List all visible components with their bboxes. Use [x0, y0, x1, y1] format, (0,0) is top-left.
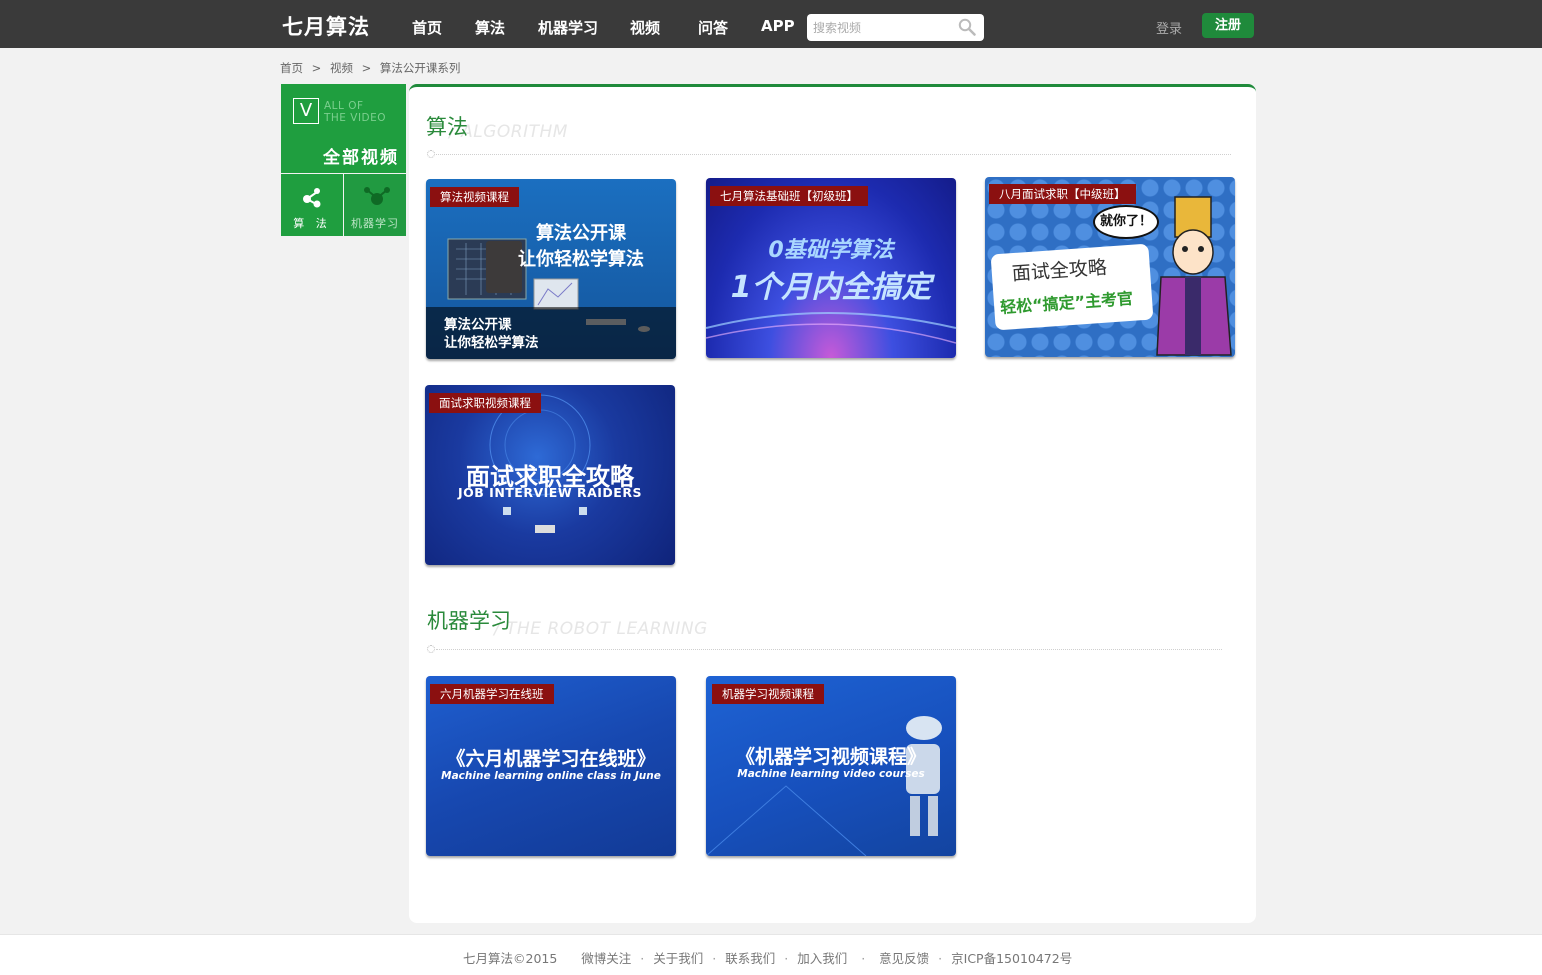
footer-link-contact[interactable]: 联系我们 — [725, 951, 775, 966]
video-card-ml-june-class[interactable]: 六月机器学习在线班 《六月机器学习在线班》 Machine learning o… — [426, 676, 676, 856]
card-headline-line1: 算法公开课 — [536, 223, 626, 244]
card-headline-line1: 《机器学习视频课程》 — [735, 746, 926, 768]
footer-separator: · — [861, 951, 866, 966]
video-panel: / ALGORITHM 算法 算法视频课程 算法公开课 让你轻松学算法 算法公开… — [409, 84, 1256, 923]
section-divider-dot — [427, 150, 435, 158]
breadcrumb-home[interactable]: 首页 — [280, 61, 303, 75]
nav-home[interactable]: 首页 — [412, 17, 442, 38]
search-input[interactable] — [813, 19, 953, 36]
sidebar-all-english-line1: ALL OF — [324, 100, 364, 112]
breadcrumb: 首页 > 视频 > 算法公开课系列 — [280, 60, 465, 76]
card-tag: 算法视频课程 — [430, 187, 519, 207]
video-card-interview-mid-class[interactable]: 就你了！ 面试全攻略 轻松“搞定”主考官 八月面试求职【中级班】 — [985, 177, 1235, 357]
card-headline-line1: 0基础学算法 — [768, 238, 894, 263]
footer-copyright: 七月算法©2015 — [463, 951, 558, 966]
nav-app[interactable]: APP — [761, 17, 795, 35]
card-headline-line2: 让你轻松学算法 — [518, 249, 644, 270]
footer-links: 七月算法©2015 微博关注 · 关于我们 · 联系我们 · 加入我们 · 意见… — [463, 948, 1072, 967]
breadcrumb-separator: > — [311, 61, 322, 75]
video-card-algo-open-course[interactable]: 算法视频课程 算法公开课 让你轻松学算法 算法公开课 让你轻松学算法 — [426, 179, 676, 359]
section-ml-english: / THE ROBOT LEARNING — [494, 619, 708, 639]
video-card-ml-video-course[interactable]: 机器学习视频课程 《机器学习视频课程》 Machine learning vid… — [706, 676, 956, 856]
sidebar-item-label: 算 法 — [293, 217, 331, 230]
section-algo-title: 算法 — [426, 115, 468, 139]
section-divider — [436, 649, 1222, 650]
nav-video[interactable]: 视频 — [630, 17, 660, 38]
breadcrumb-separator: > — [361, 61, 372, 75]
breadcrumb-current: 算法公开课系列 — [379, 61, 461, 75]
sidebar-item-label: 机器学习 — [351, 217, 399, 230]
register-button[interactable]: 注册 — [1202, 13, 1254, 38]
network-nodes-icon — [364, 187, 390, 205]
section-divider — [436, 154, 1231, 155]
sidebar-item-algorithm[interactable]: 算 法 — [281, 174, 343, 236]
card-tag: 面试求职视频课程 — [429, 393, 541, 413]
breadcrumb-video[interactable]: 视频 — [330, 61, 353, 75]
footer-separator: · — [784, 951, 789, 966]
card-caption-line1: 算法公开课 — [444, 317, 512, 333]
card-caption-bar: 算法公开课 让你轻松学算法 — [426, 307, 676, 359]
sidebar-all-english-line2: THE VIDEO — [324, 112, 387, 124]
footer-link-weibo[interactable]: 微博关注 — [581, 951, 631, 966]
card-headline-line2: JOB INTERVIEW RAIDERS — [458, 485, 642, 500]
sidebar-all-videos[interactable]: V ALL OF THE VIDEO 全部视频 — [281, 84, 406, 173]
card-headline-line1: 《六月机器学习在线班》 — [446, 748, 656, 770]
card-tag: 七月算法基础班【初级班】 — [710, 186, 868, 206]
footer: 七月算法©2015 微博关注 · 关于我们 · 联系我们 · 加入我们 · 意见… — [0, 934, 1542, 975]
card-headline-line2: 1个月内全搞定 — [730, 270, 932, 305]
sidebar-all-english: ALL OF THE VIDEO — [324, 100, 386, 124]
footer-link-about[interactable]: 关于我们 — [653, 951, 703, 966]
sidebar-item-machine-learning[interactable]: 机器学习 — [344, 174, 406, 236]
footer-link-feedback[interactable]: 意见反馈 — [879, 951, 929, 966]
card-caption-line2: 让你轻松学算法 — [444, 335, 539, 351]
card-tag: 八月面试求职【中级班】 — [989, 184, 1136, 204]
top-navbar: 七月算法 首页 算法 机器学习 视频 问答 APP 登录 注册 — [0, 0, 1542, 48]
nav-algorithm[interactable]: 算法 — [475, 17, 505, 38]
search-box — [807, 14, 984, 41]
section-ml-title: 机器学习 — [427, 609, 511, 633]
footer-separator: · — [640, 951, 645, 966]
footer-separator: · — [712, 951, 717, 966]
card-tag: 六月机器学习在线班 — [430, 684, 554, 704]
video-icon: V — [293, 98, 319, 124]
section-divider-dot — [427, 645, 435, 653]
nav-qa[interactable]: 问答 — [698, 17, 728, 38]
site-logo[interactable]: 七月算法 — [282, 11, 370, 41]
card-headline-line2: Machine learning video courses — [737, 768, 925, 780]
footer-separator: · — [938, 951, 943, 966]
video-card-interview-course[interactable]: 面试求职视频课程 面试求职全攻略 JOB INTERVIEW RAIDERS — [425, 385, 675, 565]
card-tag: 机器学习视频课程 — [712, 684, 824, 704]
card-headline: 算法公开课 让你轻松学算法 — [486, 221, 676, 273]
cartoon-examiner-icon — [1156, 196, 1232, 356]
search-icon[interactable] — [958, 18, 976, 36]
footer-link-join[interactable]: 加入我们 — [797, 951, 847, 966]
footer-icp[interactable]: 京ICP备15010472号 — [951, 951, 1072, 966]
nav-machine-learning[interactable]: 机器学习 — [538, 17, 598, 38]
login-link[interactable]: 登录 — [1156, 18, 1182, 37]
card-headline-line2: Machine learning online class in June — [441, 770, 661, 782]
video-card-algo-basic-class[interactable]: 七月算法基础班【初级班】 0基础学算法 1个月内全搞定 — [706, 178, 956, 358]
share-nodes-icon — [303, 188, 321, 208]
sidebar-all-title: 全部视频 — [323, 148, 399, 168]
